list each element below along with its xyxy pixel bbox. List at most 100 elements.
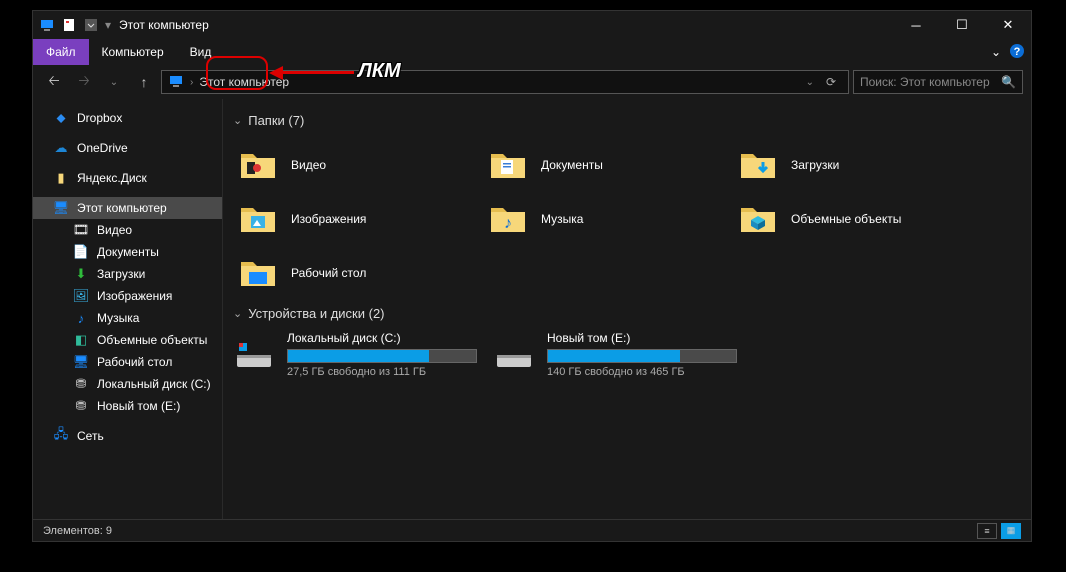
help-icon[interactable]: ? [1009, 43, 1025, 62]
sidebar-item-pictures[interactable]: 🖼 Изображения [33, 285, 222, 307]
qat-dropdown-icon[interactable] [83, 17, 99, 33]
sidebar-item-yandexdisk[interactable]: ▮Яндекс.Диск [33, 167, 222, 189]
folder-music[interactable]: ♪ Музыка [483, 192, 733, 246]
drive-usage-bar [287, 349, 477, 363]
folder-video-icon [237, 144, 279, 186]
sidebar-item-downloads[interactable]: ⬇Загрузки [33, 263, 222, 285]
statusbar: Элементов: 9 ≡ ▦ [33, 519, 1031, 541]
search-icon: 🔍 [1001, 75, 1016, 89]
status-items-count: Элементов: 9 [43, 525, 112, 537]
sidebar-item-diskc[interactable]: ⛃Локальный диск (C:) [33, 373, 222, 395]
pc-icon: 🖥 [53, 200, 69, 216]
annotation-label: ЛКМ [358, 60, 401, 83]
picture-icon: 🖼 [73, 288, 89, 304]
sidebar-item-label: Новый том (E:) [97, 399, 180, 413]
annotation-arrow-icon [269, 66, 283, 80]
sidebar-item-network[interactable]: 🖧 Сеть [33, 425, 222, 447]
sidebar-item-videos[interactable]: 🎞 Видео [33, 219, 222, 241]
folder-download-icon [737, 144, 779, 186]
search-placeholder: Поиск: Этот компьютер [860, 75, 990, 89]
folder-desktop[interactable]: Рабочий стол [233, 246, 483, 300]
view-details-button[interactable]: ≡ [977, 523, 997, 539]
sidebar-item-label: Этот компьютер [77, 201, 167, 215]
sidebar-item-documents[interactable]: 📄 Документы [33, 241, 222, 263]
disk-icon [233, 331, 275, 373]
folder-3dobjects[interactable]: Объемные объекты [733, 192, 983, 246]
folder-picture-icon [237, 198, 279, 240]
folder-desktop-icon [237, 252, 279, 294]
drive-c[interactable]: Локальный диск (C:) 27,5 ГБ свободно из … [233, 331, 483, 378]
refresh-button[interactable]: ⟳ [820, 75, 842, 89]
section-drives-header[interactable]: ⌄ Устройства и диски (2) [233, 306, 1021, 321]
sidebar-item-music[interactable]: ♪Музыка [33, 307, 222, 329]
sidebar-item-label: Видео [97, 223, 132, 237]
tab-computer[interactable]: Компьютер [89, 39, 177, 65]
sidebar-item-desktop[interactable]: 🖥 Рабочий стол [33, 351, 222, 373]
breadcrumb-dropdown-icon[interactable]: ⌄ [806, 77, 814, 88]
up-button[interactable]: ↑ [131, 69, 157, 95]
drive-usage-fill [548, 350, 680, 362]
back-button[interactable]: 🡠 [41, 69, 67, 95]
folder-label: Загрузки [791, 158, 839, 172]
drive-e[interactable]: Новый том (E:) 140 ГБ свободно из 465 ГБ [493, 331, 743, 378]
folders-grid: Видео Документы Загрузки Изображения ♪ М… [233, 138, 1021, 300]
annotation-arrow-line [282, 71, 354, 74]
section-header-label: Устройства и диски (2) [248, 306, 384, 321]
sidebar-item-label: Загрузки [97, 267, 145, 281]
recent-dropdown[interactable]: ⌄ [101, 69, 127, 95]
folder-label: Документы [541, 158, 603, 172]
sidebar-item-label: Локальный диск (C:) [97, 377, 211, 391]
sidebar-item-thispc[interactable]: 🖥 Этот компьютер [33, 197, 222, 219]
address-bar[interactable]: › Этот компьютер ⌄ ⟳ [161, 70, 849, 94]
drives-grid: Локальный диск (C:) 27,5 ГБ свободно из … [233, 331, 1021, 378]
sidebar-item-label: Изображения [97, 289, 172, 303]
folder-icon: ▮ [53, 170, 69, 186]
folder-pictures[interactable]: Изображения [233, 192, 483, 246]
search-box[interactable]: Поиск: Этот компьютер 🔍 [853, 70, 1023, 94]
folder-label: Видео [291, 158, 326, 172]
video-icon: 🎞 [73, 222, 89, 238]
ribbon-expand-icon[interactable]: ⌄ [991, 45, 1001, 59]
folder-downloads[interactable]: Загрузки [733, 138, 983, 192]
svg-text:♪: ♪ [504, 215, 512, 232]
sidebar-item-3dobjects[interactable]: ◧Объемные объекты [33, 329, 222, 351]
ribbon-tabs: Файл Компьютер Вид ⌄ ? [33, 39, 1031, 65]
pc-icon [39, 17, 55, 33]
network-icon: 🖧 [53, 428, 69, 444]
maximize-button[interactable]: ☐ [939, 11, 985, 39]
sidebar-item-label: Рабочий стол [97, 355, 172, 369]
qat-separator: ▾ [105, 18, 111, 32]
sidebar-item-label: OneDrive [77, 141, 128, 155]
close-button[interactable]: ✕ [985, 11, 1031, 39]
sidebar-item-onedrive[interactable]: ☁ OneDrive [33, 137, 222, 159]
drive-free-text: 140 ГБ свободно из 465 ГБ [547, 366, 743, 378]
breadcrumb-sep: › [190, 77, 193, 88]
view-tiles-button[interactable]: ▦ [1001, 523, 1021, 539]
drive-usage-bar [547, 349, 737, 363]
sidebar-item-label: Документы [97, 245, 159, 259]
sidebar-item-label: Сеть [77, 429, 104, 443]
tab-view[interactable]: Вид [177, 39, 225, 65]
section-folders-header[interactable]: ⌄ Папки (7) [233, 113, 1021, 128]
folder-label: Изображения [291, 212, 366, 226]
folder-document-icon [487, 144, 529, 186]
window-title: Этот компьютер [119, 18, 209, 32]
tab-file[interactable]: Файл [33, 39, 89, 65]
folder-documents[interactable]: Документы [483, 138, 733, 192]
sidebar-item-diske[interactable]: ⛃Новый том (E:) [33, 395, 222, 417]
forward-button[interactable]: 🡢 [71, 69, 97, 95]
music-icon: ♪ [73, 310, 89, 326]
folder-label: Рабочий стол [291, 266, 366, 280]
explorer-window: ▾ Этот компьютер ─ ☐ ✕ Файл Компьютер Ви… [32, 10, 1032, 542]
drive-usage-fill [288, 350, 429, 362]
folder-label: Музыка [541, 212, 583, 226]
document-icon: 📄 [73, 244, 89, 260]
folder-videos[interactable]: Видео [233, 138, 483, 192]
svg-text:?: ? [1014, 46, 1021, 58]
desktop-icon: 🖥 [73, 354, 89, 370]
sidebar-item-label: Объемные объекты [97, 333, 207, 347]
chevron-down-icon: ⌄ [233, 114, 242, 127]
minimize-button[interactable]: ─ [893, 11, 939, 39]
onedrive-icon: ☁ [53, 140, 69, 156]
sidebar-item-dropbox[interactable]: ⬥Dropbox [33, 107, 222, 129]
